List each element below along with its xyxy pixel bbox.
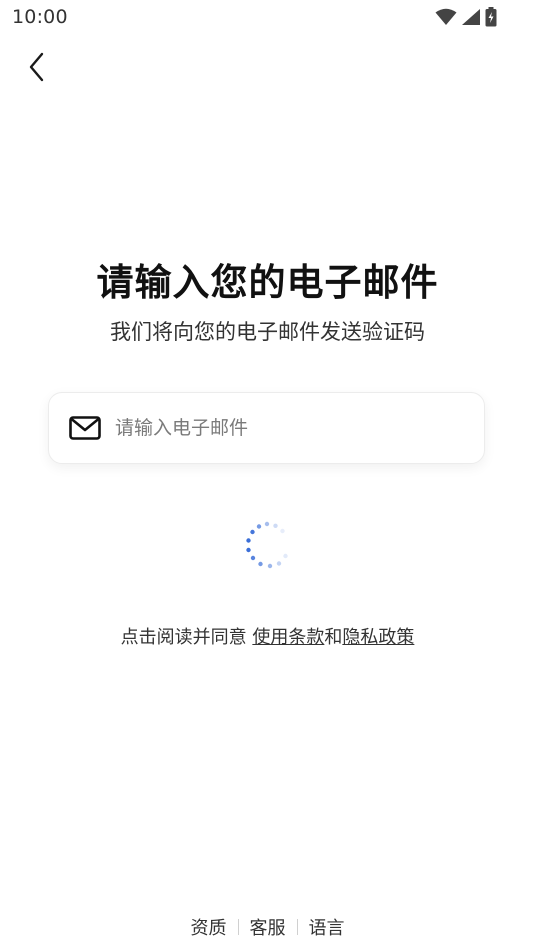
footer-qualification-link[interactable]: 资质 xyxy=(191,914,227,940)
wifi-icon xyxy=(435,8,457,26)
mail-icon xyxy=(69,415,101,441)
email-input[interactable] xyxy=(113,416,457,440)
back-button[interactable] xyxy=(20,50,54,88)
footer-customer-service-link[interactable]: 客服 xyxy=(250,914,286,940)
email-field[interactable] xyxy=(48,392,485,464)
status-bar: 10:00 xyxy=(0,0,535,36)
privacy-policy-link[interactable]: 隐私政策 xyxy=(342,627,414,648)
footer-divider xyxy=(296,919,298,935)
terms-of-use-link[interactable]: 使用条款 xyxy=(252,627,324,648)
agreement-text: 点击阅读并同意 使用条款和隐私政策 xyxy=(110,624,425,652)
footer-links: 资质 客服 语言 xyxy=(0,914,535,940)
chevron-left-icon xyxy=(28,52,46,86)
email-input-screen: 10:00 请输入您的电子邮件 我们将向您的电子邮件发送验证码 请输入电子邮件 … xyxy=(0,0,535,951)
page-subtitle: 我们将向您的电子邮件发送验证码 xyxy=(110,320,425,344)
agreement-prefix: 点击阅读并同意 xyxy=(120,627,253,648)
agreement-conjunction: 和 xyxy=(324,627,343,648)
footer-language-link[interactable]: 语言 xyxy=(309,914,345,940)
signal-icon xyxy=(461,8,481,26)
footer-divider xyxy=(237,919,239,935)
battery-charging-icon xyxy=(485,7,497,27)
status-icons xyxy=(435,7,497,27)
page-title: 请输入您的电子邮件 xyxy=(96,261,439,304)
status-time: 10:00 xyxy=(12,6,68,28)
loading-spinner-icon xyxy=(241,519,293,571)
